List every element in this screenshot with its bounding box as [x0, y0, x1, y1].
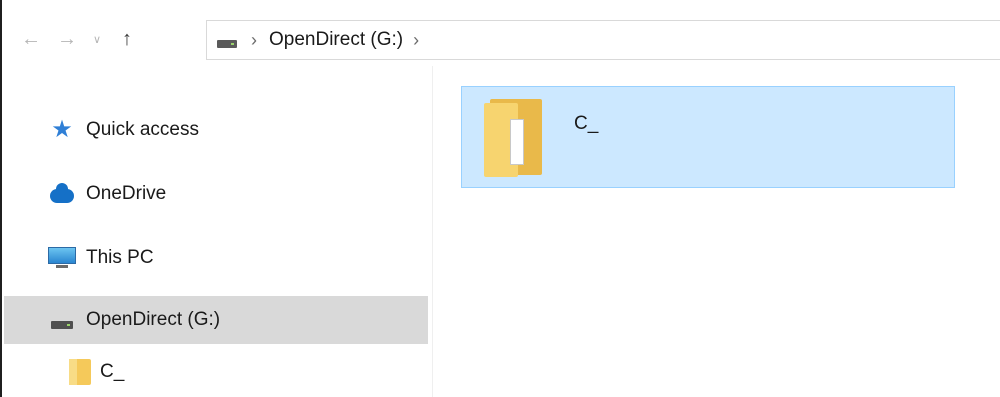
ribbon-edge	[2, 0, 1000, 14]
recent-locations-button[interactable]: ∨	[84, 24, 110, 54]
breadcrumb-trailing-separator[interactable]: ›	[413, 30, 419, 51]
drive-icon	[217, 40, 237, 48]
sidebar-item-quick-access[interactable]: ★ Quick access	[4, 106, 428, 154]
sidebar-item-label: OpenDirect (G:)	[86, 309, 221, 330]
forward-arrow-icon: →	[57, 27, 77, 50]
drive-icon	[51, 321, 73, 329]
folder-item[interactable]: C_	[461, 86, 955, 188]
back-button[interactable]: ←	[18, 24, 44, 54]
sidebar-item-c-folder[interactable]: C_	[4, 348, 428, 396]
chevron-down-icon: ∨	[92, 33, 102, 46]
forward-button[interactable]: →	[54, 24, 80, 54]
sidebar-item-label: This PC	[86, 247, 154, 268]
sidebar-item-label: Quick access	[86, 119, 199, 140]
cloud-icon	[50, 183, 74, 203]
folder-icon	[69, 359, 91, 385]
navigation-pane: ★ Quick access OneDrive This PC OpenDire…	[4, 66, 433, 397]
address-bar-row: ← → ∨ ↑ › OpenDirect (G:) ›	[4, 14, 1000, 67]
breadcrumb-drive[interactable]: OpenDirect (G:)	[269, 29, 403, 51]
sidebar-item-label: C_	[100, 361, 125, 382]
up-button[interactable]: ↑	[114, 24, 140, 54]
folder-icon	[484, 99, 546, 177]
sidebar-item-onedrive[interactable]: OneDrive	[4, 170, 428, 218]
computer-icon	[48, 247, 76, 269]
address-box[interactable]: › OpenDirect (G:) ›	[206, 20, 1000, 60]
star-icon: ★	[51, 116, 73, 143]
up-arrow-icon: ↑	[122, 27, 132, 50]
content-pane: C_	[433, 66, 1000, 397]
sidebar-item-opendirect[interactable]: OpenDirect (G:)	[4, 296, 428, 344]
sidebar-item-label: OneDrive	[86, 183, 167, 204]
explorer-window: ← → ∨ ↑ › OpenDirect (G:) › ★ Quick acce…	[0, 0, 1000, 397]
back-arrow-icon: ←	[21, 27, 41, 50]
breadcrumb-separator[interactable]: ›	[251, 30, 257, 51]
sidebar-item-this-pc[interactable]: This PC	[4, 234, 428, 282]
folder-item-label: C_	[574, 113, 599, 134]
